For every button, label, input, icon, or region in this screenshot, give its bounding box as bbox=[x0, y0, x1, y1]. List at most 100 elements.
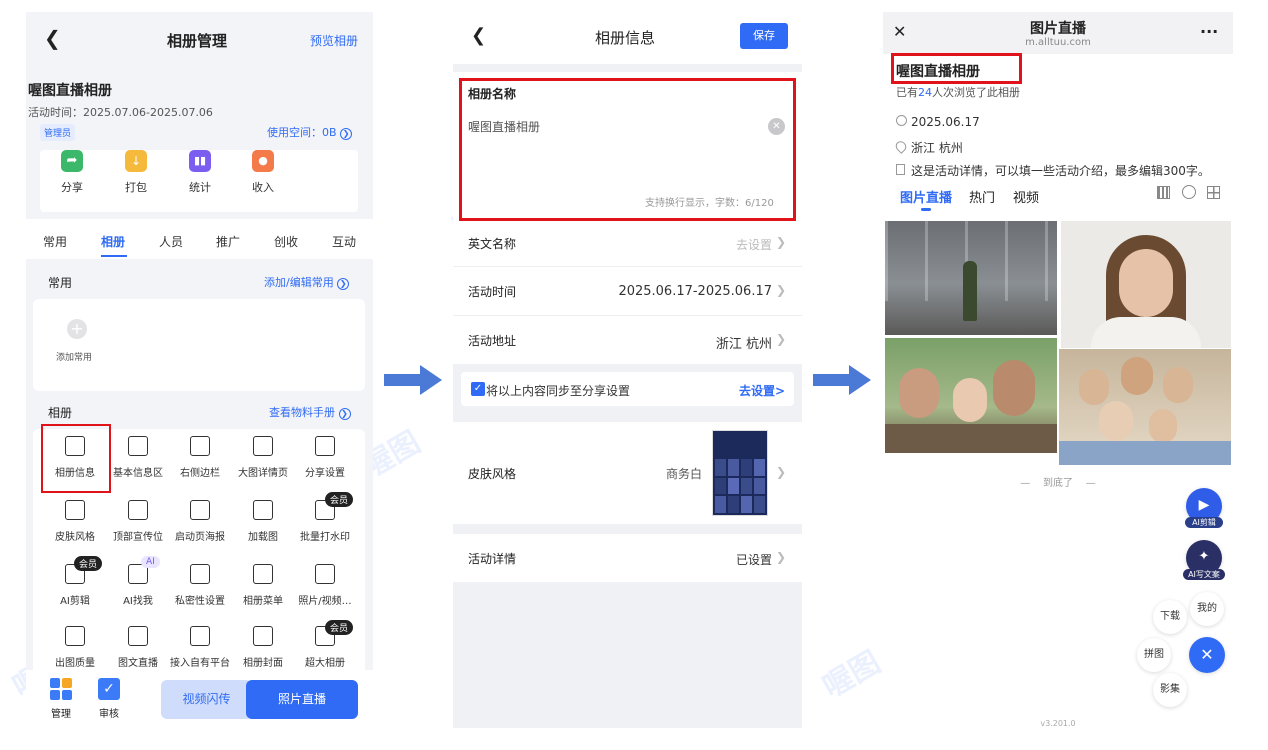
skin-preview-thumbnail[interactable] bbox=[712, 430, 768, 516]
tool-label: 出图质量 bbox=[55, 658, 95, 669]
tool-splash-poster[interactable]: 启动页海报 bbox=[168, 500, 232, 544]
activity-detail-row[interactable]: 活动详情 已设置 ❯ bbox=[453, 534, 802, 582]
edit-common-link[interactable]: 添加/编辑常用 ❯ bbox=[264, 274, 350, 290]
quick-income[interactable]: ● 收入 bbox=[233, 150, 293, 195]
sync-bar: ✓ 将以上内容同步至分享设置 去设置> bbox=[461, 372, 794, 406]
tool-label: 分享设置 bbox=[305, 468, 345, 479]
photo-thumbnail[interactable] bbox=[1061, 221, 1231, 348]
save-button[interactable]: 保存 bbox=[740, 23, 788, 49]
more-icon[interactable]: ··· bbox=[1200, 22, 1218, 41]
tool-text-image-live[interactable]: 图文直播 bbox=[106, 626, 170, 670]
flow-arrow-icon bbox=[813, 365, 871, 395]
material-manual-text: 查看物料手册 bbox=[269, 406, 335, 419]
tab-interaction[interactable]: 互动 bbox=[332, 233, 356, 250]
activity-address-label: 活动地址 bbox=[468, 334, 517, 348]
tab-common[interactable]: 常用 bbox=[43, 233, 67, 250]
privacy-settings-icon bbox=[190, 564, 210, 584]
tool-output-quality[interactable]: 出图质量 bbox=[43, 626, 107, 670]
english-name-value: 去设置 bbox=[735, 238, 772, 252]
flow-arrow-icon bbox=[384, 365, 442, 395]
tool-album-menu[interactable]: 相册菜单 bbox=[231, 564, 295, 608]
review-nav[interactable]: ✓ 审核 bbox=[96, 678, 122, 721]
quick-stats[interactable]: ▮▮ 统计 bbox=[170, 150, 230, 195]
tool-loading-image[interactable]: 加载图 bbox=[231, 500, 295, 544]
chevron-right-icon: ❯ bbox=[775, 332, 786, 346]
skin-style-value: 商务白 bbox=[666, 467, 703, 481]
add-common-button[interactable]: + 添加常用 bbox=[55, 319, 97, 364]
album-video-button[interactable]: 影集 bbox=[1153, 673, 1187, 707]
activity-address-row[interactable]: 活动地址 浙江 杭州 ❯ bbox=[453, 315, 802, 364]
tool-label: 超大相册 bbox=[305, 658, 345, 669]
tool-label: 基本信息区 bbox=[113, 468, 163, 479]
back-icon[interactable]: ❮ bbox=[44, 26, 61, 50]
date-text: 2025.06.17 bbox=[911, 115, 980, 129]
photo-thumbnail[interactable] bbox=[1059, 349, 1231, 465]
manage-nav[interactable]: 管理 bbox=[48, 678, 74, 721]
tool-label: 顶部宣传位 bbox=[113, 532, 163, 543]
close-icon[interactable]: ✕ bbox=[893, 22, 906, 41]
document-icon bbox=[896, 164, 905, 175]
tab-people[interactable]: 人员 bbox=[159, 233, 183, 250]
tab-hot[interactable]: 热门 bbox=[969, 187, 995, 206]
tool-privacy-settings[interactable]: 私密性设置 bbox=[168, 564, 232, 608]
used-space-link[interactable]: 使用空间：0B ❯ bbox=[267, 124, 353, 140]
sync-settings-link[interactable]: 去设置> bbox=[739, 382, 785, 399]
collage-button[interactable]: 拼图 bbox=[1137, 638, 1171, 672]
video-transfer-button[interactable]: 视频闪传 bbox=[161, 680, 252, 719]
tool-integrate-platform[interactable]: 接入自有平台 bbox=[168, 626, 232, 670]
album-name: 喔图直播相册 bbox=[28, 83, 112, 99]
tab-promotion[interactable]: 推广 bbox=[216, 233, 240, 250]
highlight-frame bbox=[41, 424, 111, 493]
photo-thumbnail[interactable] bbox=[885, 338, 1057, 453]
tool-ai-clip[interactable]: AI剪辑 bbox=[43, 564, 107, 608]
tool-basic-info-area[interactable]: 基本信息区 bbox=[106, 436, 170, 480]
location-line: 浙江 杭州 bbox=[893, 139, 963, 156]
quick-share[interactable]: ➦ 分享 bbox=[42, 150, 102, 195]
sync-checkbox[interactable]: ✓ bbox=[471, 382, 485, 396]
skin-style-row[interactable]: 皮肤风格 商务白 ❯ bbox=[453, 422, 802, 524]
tab-album[interactable]: 相册 bbox=[101, 233, 125, 250]
member-badge: 会员 bbox=[325, 620, 354, 635]
tool-image-detail-page[interactable]: 大图详情页 bbox=[231, 436, 295, 480]
tab-photo-live[interactable]: 图片直播 bbox=[900, 187, 952, 206]
download-button[interactable]: 下载 bbox=[1153, 600, 1187, 634]
activity-detail-value: 已设置 bbox=[735, 553, 772, 567]
close-menu-button[interactable]: ✕ bbox=[1189, 637, 1225, 673]
tool-label: 大图详情页 bbox=[238, 468, 288, 479]
quick-pack[interactable]: ↓ 打包 bbox=[106, 150, 166, 195]
qrcode-icon[interactable] bbox=[1157, 186, 1170, 199]
english-name-row[interactable]: 英文名称 去设置 ❯ bbox=[453, 222, 802, 270]
activity-detail-label: 活动详情 bbox=[468, 552, 517, 566]
member-badge: 会员 bbox=[74, 556, 103, 571]
tool-share-settings[interactable]: 分享设置 bbox=[293, 436, 357, 480]
globe-icon[interactable] bbox=[1182, 185, 1196, 199]
highlight-frame bbox=[459, 78, 796, 221]
tool-skin-style[interactable]: 皮肤风格 bbox=[43, 500, 107, 544]
stats-icon: ▮▮ bbox=[189, 150, 211, 172]
activity-time-row[interactable]: 活动时间 2025.06.17-2025.06.17 ❯ bbox=[453, 266, 802, 315]
tool-right-sidebar[interactable]: 右侧边栏 bbox=[168, 436, 232, 480]
album-management-screen: ❮ 相册管理 预览相册 喔图直播相册 活动时间：2025.07.06-2025.… bbox=[26, 12, 373, 730]
tool-album-cover[interactable]: 相册封面 bbox=[231, 626, 295, 670]
material-manual-link[interactable]: 查看物料手册 ❯ bbox=[269, 404, 351, 420]
photo-thumbnail[interactable] bbox=[885, 221, 1057, 335]
back-icon[interactable]: ❮ bbox=[471, 25, 486, 46]
review-label: 审核 bbox=[99, 709, 119, 720]
tab-video[interactable]: 视频 bbox=[1013, 187, 1039, 206]
manage-label: 管理 bbox=[51, 709, 71, 720]
tool-label: 皮肤风格 bbox=[55, 532, 95, 543]
preview-album-link[interactable]: 预览相册 bbox=[310, 32, 358, 49]
tab-revenue[interactable]: 创收 bbox=[274, 233, 298, 250]
add-common-label: 添加常用 bbox=[55, 353, 92, 363]
tool-label: 接入自有平台 bbox=[170, 658, 230, 669]
photo-live-button[interactable]: 照片直播 bbox=[246, 680, 358, 719]
tool-ai-face-search[interactable]: AI找我 bbox=[106, 564, 170, 608]
plus-icon: + bbox=[67, 319, 87, 339]
mine-button[interactable]: 我的 bbox=[1190, 592, 1224, 626]
tool-photo-video-settings[interactable]: 照片/视频… bbox=[293, 564, 357, 608]
album-cover-icon bbox=[253, 626, 273, 646]
intro-line: 这是活动详情，可以填一些活动介绍，最多编辑300字。 bbox=[896, 162, 1210, 179]
tool-top-banner[interactable]: 顶部宣传位 bbox=[106, 500, 170, 544]
intro-text: 这是活动详情，可以填一些活动介绍，最多编辑300字。 bbox=[911, 164, 1210, 178]
layout-grid-icon[interactable] bbox=[1207, 186, 1220, 199]
